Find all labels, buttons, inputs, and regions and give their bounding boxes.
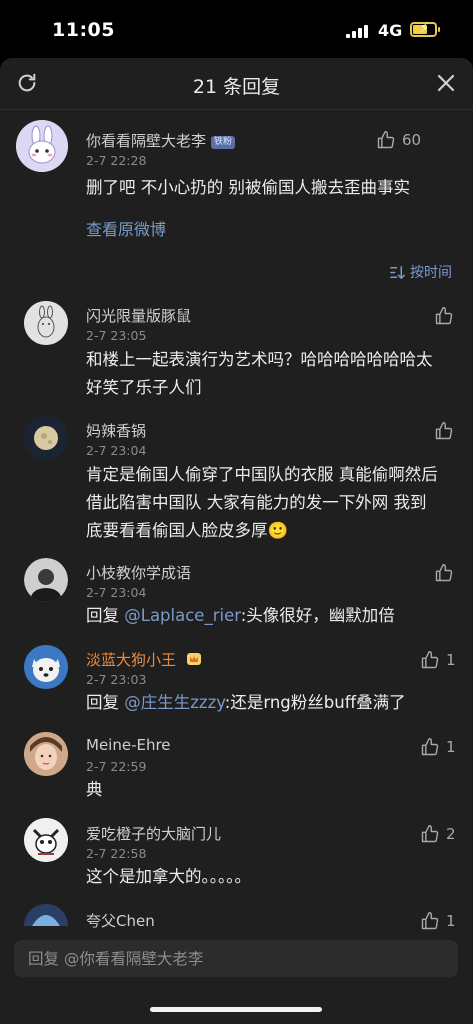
comment-username[interactable]: 你看看隔壁大老李 铁粉	[86, 130, 236, 151]
reply-time: 2-7 23:04	[86, 443, 147, 458]
reply-time: 2-7 22:58	[86, 846, 147, 861]
thumbs-up-icon	[435, 421, 453, 440]
signal-icon	[346, 25, 370, 38]
thumbs-up-icon	[435, 306, 453, 325]
like-button[interactable]: 60	[376, 130, 421, 150]
status-time: 11:05	[52, 19, 115, 41]
reply-username[interactable]: 闪光限量版豚鼠	[86, 305, 191, 326]
reply-text: 回复 @庄生生zzzy:还是rng粉丝buff叠满了	[86, 693, 406, 712]
thumbs-up-icon	[435, 563, 453, 582]
sort-icon	[390, 265, 405, 279]
sort-button[interactable]: 按时间	[389, 262, 452, 282]
reply-time: 2-7 23:05	[86, 328, 147, 343]
mention-link[interactable]: @庄生生zzzy	[124, 693, 225, 712]
avatar[interactable]	[24, 558, 68, 602]
comment-text: 删了吧 不小心扔的 别被偷国人搬去歪曲事实	[86, 178, 410, 197]
thumbs-up-icon	[421, 911, 439, 930]
home-indicator[interactable]	[150, 1007, 322, 1012]
avatar[interactable]	[24, 818, 68, 862]
reply-text-body: 肯定是偷国人偷穿了中国队的衣服 真能偷啊然后借此陷害中国队 大家有能力的发一下外…	[86, 465, 438, 540]
smile-emoji-icon: 🙂	[267, 521, 289, 540]
avatar[interactable]	[24, 904, 68, 926]
reply-time: 2-7 23:04	[86, 585, 147, 600]
like-button[interactable]	[434, 421, 454, 441]
reply-text: 肯定是偷国人偷穿了中国队的衣服 真能偷啊然后借此陷害中国队 大家有能力的发一下外…	[86, 461, 442, 545]
reply-input[interactable]	[14, 940, 458, 977]
avatar[interactable]	[24, 732, 68, 776]
reply-text: 这个是加拿大的。。。。。	[86, 867, 251, 886]
sort-label: 按时间	[410, 265, 452, 281]
replies-sheet: 21 条回复 你看看隔壁大老李 铁粉 2-7 22:28 60 删了吧 不小心扔…	[0, 58, 473, 1024]
reply-username[interactable]: 妈辣香锅	[86, 420, 146, 441]
like-button[interactable]: 2	[420, 824, 456, 844]
reply-username[interactable]: 夸父Chen	[86, 910, 155, 931]
view-original-link[interactable]: 查看原微博	[86, 216, 166, 240]
reply-username[interactable]: Meine-Ehre	[86, 736, 171, 754]
status-bar: 11:05 4G ⚡	[0, 0, 473, 58]
reply-bar	[14, 940, 458, 977]
like-button[interactable]: 1	[420, 911, 456, 931]
thumbs-up-icon	[421, 650, 439, 669]
like-count: 2	[446, 825, 456, 843]
thumbs-up-icon	[421, 824, 439, 843]
reply-text: 典	[86, 780, 103, 799]
reply-username[interactable]: 爱吃橙子的大脑门儿	[86, 823, 221, 844]
reply-username[interactable]: 小枝教你学成语	[86, 562, 191, 583]
like-button[interactable]	[434, 563, 454, 583]
like-button[interactable]	[434, 306, 454, 326]
like-count: 1	[446, 738, 456, 756]
battery-icon: ⚡	[410, 21, 437, 37]
fan-badge: 铁粉	[211, 136, 236, 149]
comment-time: 2-7 22:28	[86, 153, 147, 168]
thumbs-up-icon	[421, 737, 439, 756]
like-count: 1	[446, 651, 456, 669]
avatar[interactable]	[24, 301, 68, 345]
avatar[interactable]	[16, 120, 68, 172]
reply-time: 2-7 22:59	[86, 759, 147, 774]
network-type: 4G	[378, 21, 403, 40]
reply-username[interactable]: 淡蓝大狗小王	[86, 649, 202, 670]
crown-icon	[186, 653, 201, 665]
like-button[interactable]: 1	[420, 737, 456, 757]
avatar[interactable]	[24, 416, 68, 460]
like-count: 60	[402, 131, 422, 149]
close-icon[interactable]	[436, 73, 456, 93]
reply-time: 2-7 23:03	[86, 672, 147, 687]
reply-text: 回复 @Laplace_rier:头像很好，幽默加倍	[86, 606, 395, 625]
battery-cap	[438, 27, 440, 32]
avatar[interactable]	[24, 645, 68, 689]
reply-text: 和楼上一起表演行为艺术吗？哈哈哈哈哈哈哈太好笑了乐子人们	[86, 350, 433, 397]
sheet-title: 21 条回复	[192, 76, 281, 98]
mention-link[interactable]: @Laplace_rier	[124, 606, 240, 625]
like-button[interactable]: 1	[420, 650, 456, 670]
sheet-header: 21 条回复	[0, 58, 473, 110]
thumbs-up-icon	[377, 130, 395, 149]
like-count: 1	[446, 912, 456, 930]
